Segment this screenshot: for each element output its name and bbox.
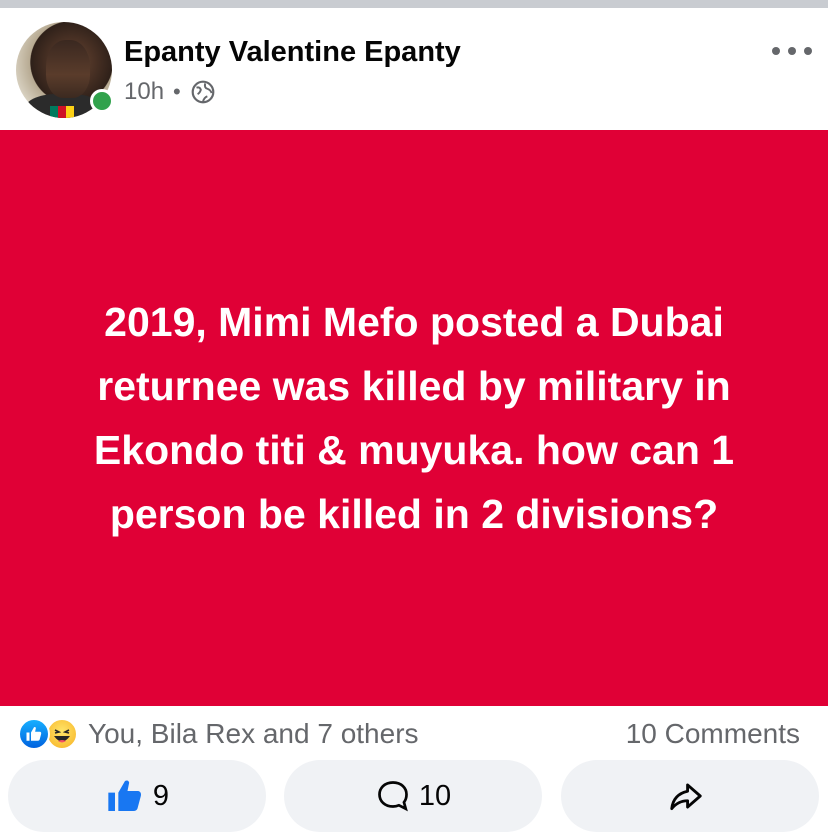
- post-body: 2019, Mimi Mefo posted a Dubai returnee …: [0, 130, 828, 706]
- post-text: 2019, Mimi Mefo posted a Dubai returnee …: [93, 299, 735, 537]
- comment-icon: [375, 778, 411, 814]
- author-name[interactable]: Epanty Valentine Epanty: [124, 36, 461, 69]
- reaction-summary[interactable]: You, Bila Rex and 7 others: [88, 718, 419, 750]
- comment-count: 10: [418, 779, 452, 812]
- meta-separator: •: [173, 79, 181, 104]
- online-status-dot: [90, 89, 114, 113]
- reaction-icons[interactable]: [18, 718, 84, 752]
- more-options-icon[interactable]: [772, 44, 812, 58]
- globe-icon[interactable]: [190, 79, 216, 105]
- top-divider: [0, 0, 828, 8]
- post-header: Epanty Valentine Epanty 10h •: [0, 8, 828, 130]
- like-button[interactable]: 9: [8, 760, 266, 832]
- thumb-up-icon: [105, 776, 145, 816]
- post-meta: 10h •: [124, 78, 216, 106]
- action-bar: 9 10: [0, 760, 828, 832]
- like-icon: [18, 718, 50, 750]
- post-time[interactable]: 10h: [124, 78, 164, 106]
- reactions-bar: You, Bila Rex and 7 others 10 Comments: [0, 706, 828, 758]
- comments-count[interactable]: 10 Comments: [626, 718, 800, 750]
- share-button[interactable]: [561, 760, 819, 832]
- cameroon-flag-icon: [50, 106, 74, 118]
- share-icon: [667, 777, 705, 815]
- comment-button[interactable]: 10: [284, 760, 542, 832]
- haha-icon: [46, 718, 78, 750]
- like-count: 9: [152, 779, 170, 812]
